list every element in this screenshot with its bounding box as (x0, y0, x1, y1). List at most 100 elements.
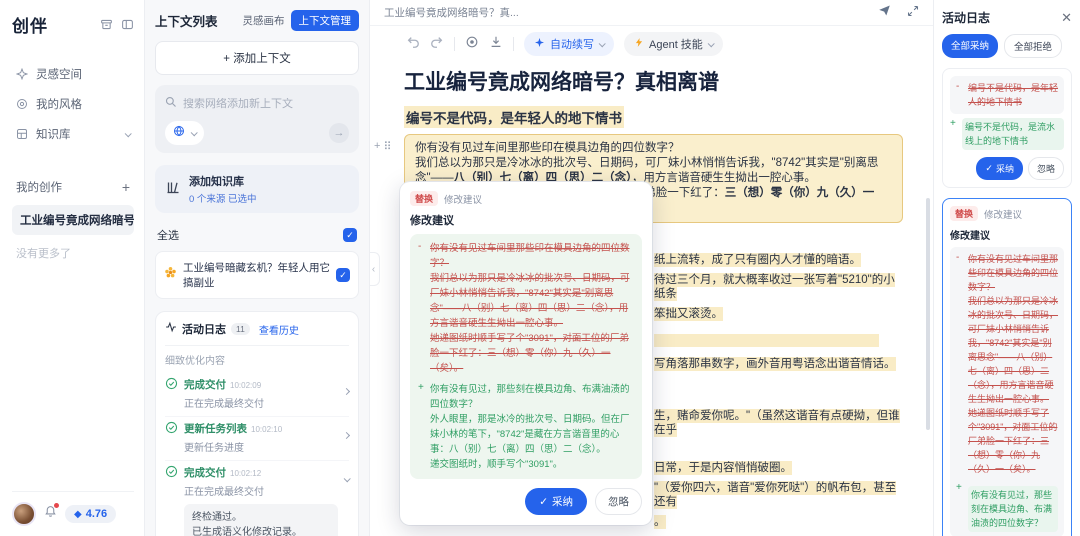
log-panel-title: 活动日志 (942, 9, 990, 26)
search-row (165, 95, 349, 113)
notification-dot (54, 503, 59, 508)
close-icon[interactable]: ✕ (1061, 10, 1072, 26)
chevron-right-icon (344, 377, 349, 410)
chevron-down-icon (707, 40, 714, 47)
context-doc-card[interactable]: 工业编号暗藏玄机？年轻人用它搞副业 ✓ (155, 251, 359, 299)
auto-write-button[interactable]: 自动续写 (524, 32, 614, 56)
suggestion-box: - 你有没有见过车间里那些印在模具边角的四位数字？ 我们总以为那只是冷冰冰的批次… (410, 234, 642, 479)
activity-item-time: 10:02:12 (230, 469, 261, 478)
activity-item[interactable]: 完成交付10:02:09 正在完成最终交付 (165, 373, 349, 417)
download-icon[interactable] (489, 35, 503, 54)
add-block-button[interactable]: + (374, 140, 380, 223)
credits-badge[interactable]: ◆ 4.76 (65, 505, 116, 523)
add-creation-button[interactable]: + (122, 179, 130, 195)
activity-item-time: 10:02:09 (230, 381, 261, 390)
card-buttons: ✓采纳 忽略 (950, 157, 1064, 180)
sidebar-item-style[interactable]: 我的风格 (12, 89, 134, 119)
addition-text: 编号不是代码，是流水线上的地下情书 (962, 118, 1064, 150)
activity-count-badge: 11 (231, 323, 250, 335)
collapse-sidebar-icon[interactable] (121, 18, 134, 31)
activity-log-card: 活动日志 11 查看历史 细致优化内容 完成交付10:02:09 正在完成最终交… (155, 311, 359, 536)
add-context-button[interactable]: + 添加上下文 (155, 41, 359, 75)
chevron-down-icon (344, 465, 349, 536)
chevron-down-icon[interactable] (125, 128, 130, 140)
addition-text: 你有没有见过，那些刻在模具边角、布满油渍的四位数字？ (968, 486, 1058, 532)
source-selector[interactable] (165, 121, 204, 145)
expand-icon[interactable] (907, 4, 919, 22)
submit-search-button[interactable]: → (329, 123, 349, 143)
accept-button[interactable]: ✓采纳 (525, 488, 587, 515)
undo-icon[interactable] (406, 35, 420, 54)
paragraph-fragment: 生，赌命爱你呢。"（虽然这谐音有点硬拗，但谁在乎 (654, 409, 903, 437)
agent-skill-button[interactable]: Agent 技能 (624, 32, 723, 56)
replace-badge: 替换 (410, 191, 438, 206)
avatar[interactable] (12, 502, 36, 526)
tab-context-manage[interactable]: 上下文管理 (291, 10, 360, 31)
paragraph-fragment: 笨拙又滚烫。 (654, 307, 903, 321)
kb-card-title: 添加知识库 (189, 173, 257, 189)
plus-marker: + (418, 382, 425, 472)
popup-buttons: ✓采纳 忽略 (410, 488, 642, 515)
check-icon: ✓ (985, 163, 993, 174)
reject-all-button[interactable]: 全部拒绝 (1004, 34, 1062, 58)
popup-header: 替换 修改建议 (410, 191, 642, 206)
sidebar: 创伴 灵感空间 我的风格 知识库 我的创作 + 工业编号竟成网络暗号？真... … (0, 0, 145, 536)
deletion-row: - 你有没有见过车间里那些印在模具边角的四位数字？ 我们总以为那只是冷冰冰的批次… (418, 241, 634, 376)
sidebar-header: 创伴 (12, 12, 134, 37)
editor-topbar: 工业编号竟成网络暗号？真... (370, 0, 933, 26)
sidebar-item-inspiration[interactable]: 灵感空间 (12, 59, 134, 89)
divider (165, 345, 349, 346)
view-history-link[interactable]: 查看历史 (259, 322, 299, 337)
tab-inspiration-canvas[interactable]: 灵感画布 (243, 13, 285, 28)
add-knowledge-card[interactable]: 添加知识库 0 个来源 已选中 (155, 165, 359, 213)
sidebar-item-knowledge[interactable]: 知识库 (12, 119, 134, 149)
search-input[interactable] (183, 98, 333, 110)
deletion-text: 编号不是代码，是年轻人的地下情书 (968, 81, 1058, 109)
ignore-button[interactable]: 忽略 (1028, 157, 1064, 180)
deletion-text: 你有没有见过车间里那些印在模具边角的四位数字？ 我们总以为那只是冷冰冰的批次号、… (430, 241, 634, 376)
app-logo: 创伴 (12, 12, 48, 37)
share-icon[interactable] (878, 4, 891, 22)
divider (454, 37, 455, 51)
target-icon[interactable] (465, 35, 479, 54)
accept-button[interactable]: ✓采纳 (976, 157, 1023, 180)
popup-title: 修改建议 (410, 212, 642, 228)
ignore-button[interactable]: 忽略 (595, 488, 642, 515)
minus-marker: - (418, 241, 425, 376)
archive-icon[interactable] (100, 18, 113, 31)
editor-scrollbar[interactable] (926, 198, 930, 430)
no-more-label: 没有更多了 (12, 245, 134, 261)
context-panel: 上下文列表 灵感画布 上下文管理 + 添加上下文 → 添 (145, 0, 370, 536)
replace-badge: 替换 (950, 206, 978, 221)
activity-log-panel: 活动日志 ✕ 全部采纳 全部拒绝 -编号不是代码，是年轻人的地下情书 +编号不是… (933, 0, 1080, 536)
plus-marker: + (956, 482, 963, 532)
paragraph-line: 你有没有见过车间里那些印在模具边角的四位数字？ (415, 141, 892, 156)
globe-icon (173, 124, 185, 142)
context-tabs: 灵感画布 上下文管理 (243, 10, 360, 31)
log-panel-actions: 全部采纳 全部拒绝 (942, 34, 1072, 58)
accept-all-button[interactable]: 全部采纳 (942, 34, 998, 58)
kb-card-subtitle: 0 个来源 已选中 (189, 191, 257, 205)
doc-checkbox[interactable]: ✓ (336, 268, 350, 282)
library-icon (16, 128, 28, 140)
paragraph-fragment: 待过三个月，就大概率收过一张写着"5210"的小纸条 (654, 273, 903, 301)
log-panel-header: 活动日志 ✕ (942, 9, 1072, 26)
drag-handle-icon[interactable]: ⠿ (383, 140, 391, 223)
lightning-icon (634, 37, 644, 51)
check-circle-icon (165, 421, 178, 454)
notification-bell-icon[interactable] (44, 505, 57, 523)
minus-marker: - (956, 252, 963, 476)
suggestion-box: -你有没有见过车间里那些印在模具边角的四位数字？ 我们总以为那只是冷冰冰的批次号… (950, 247, 1064, 536)
sidebar-item-label: 知识库 (36, 126, 71, 142)
sidebar-doc-item[interactable]: 工业编号竟成网络暗号？真... (12, 205, 134, 235)
redo-icon[interactable] (430, 35, 444, 54)
activity-item[interactable]: 更新任务列表10:02:10 更新任务进度 (165, 417, 349, 461)
deletion-text: 你有没有见过车间里那些印在模具边角的四位数字？ 我们总以为那只是冷冰冰的批次号、… (968, 252, 1058, 476)
creations-title: 我的创作 (16, 179, 62, 195)
activity-item-expanded[interactable]: 完成交付10:02:12 正在完成最终交付 终检通过。 已生成语义化修改记录。 (165, 461, 349, 536)
addition-row: + 你有没有见过，那些刻在模具边角、布满油渍的四位数字？ 外人眼里，那是冰冷的批… (418, 382, 634, 472)
collapse-editor-handle[interactable]: ‹ (370, 252, 380, 286)
select-all-checkbox[interactable]: ✓ (343, 228, 357, 242)
plus-marker: + (950, 118, 957, 150)
select-all-label: 全选 (157, 227, 179, 243)
